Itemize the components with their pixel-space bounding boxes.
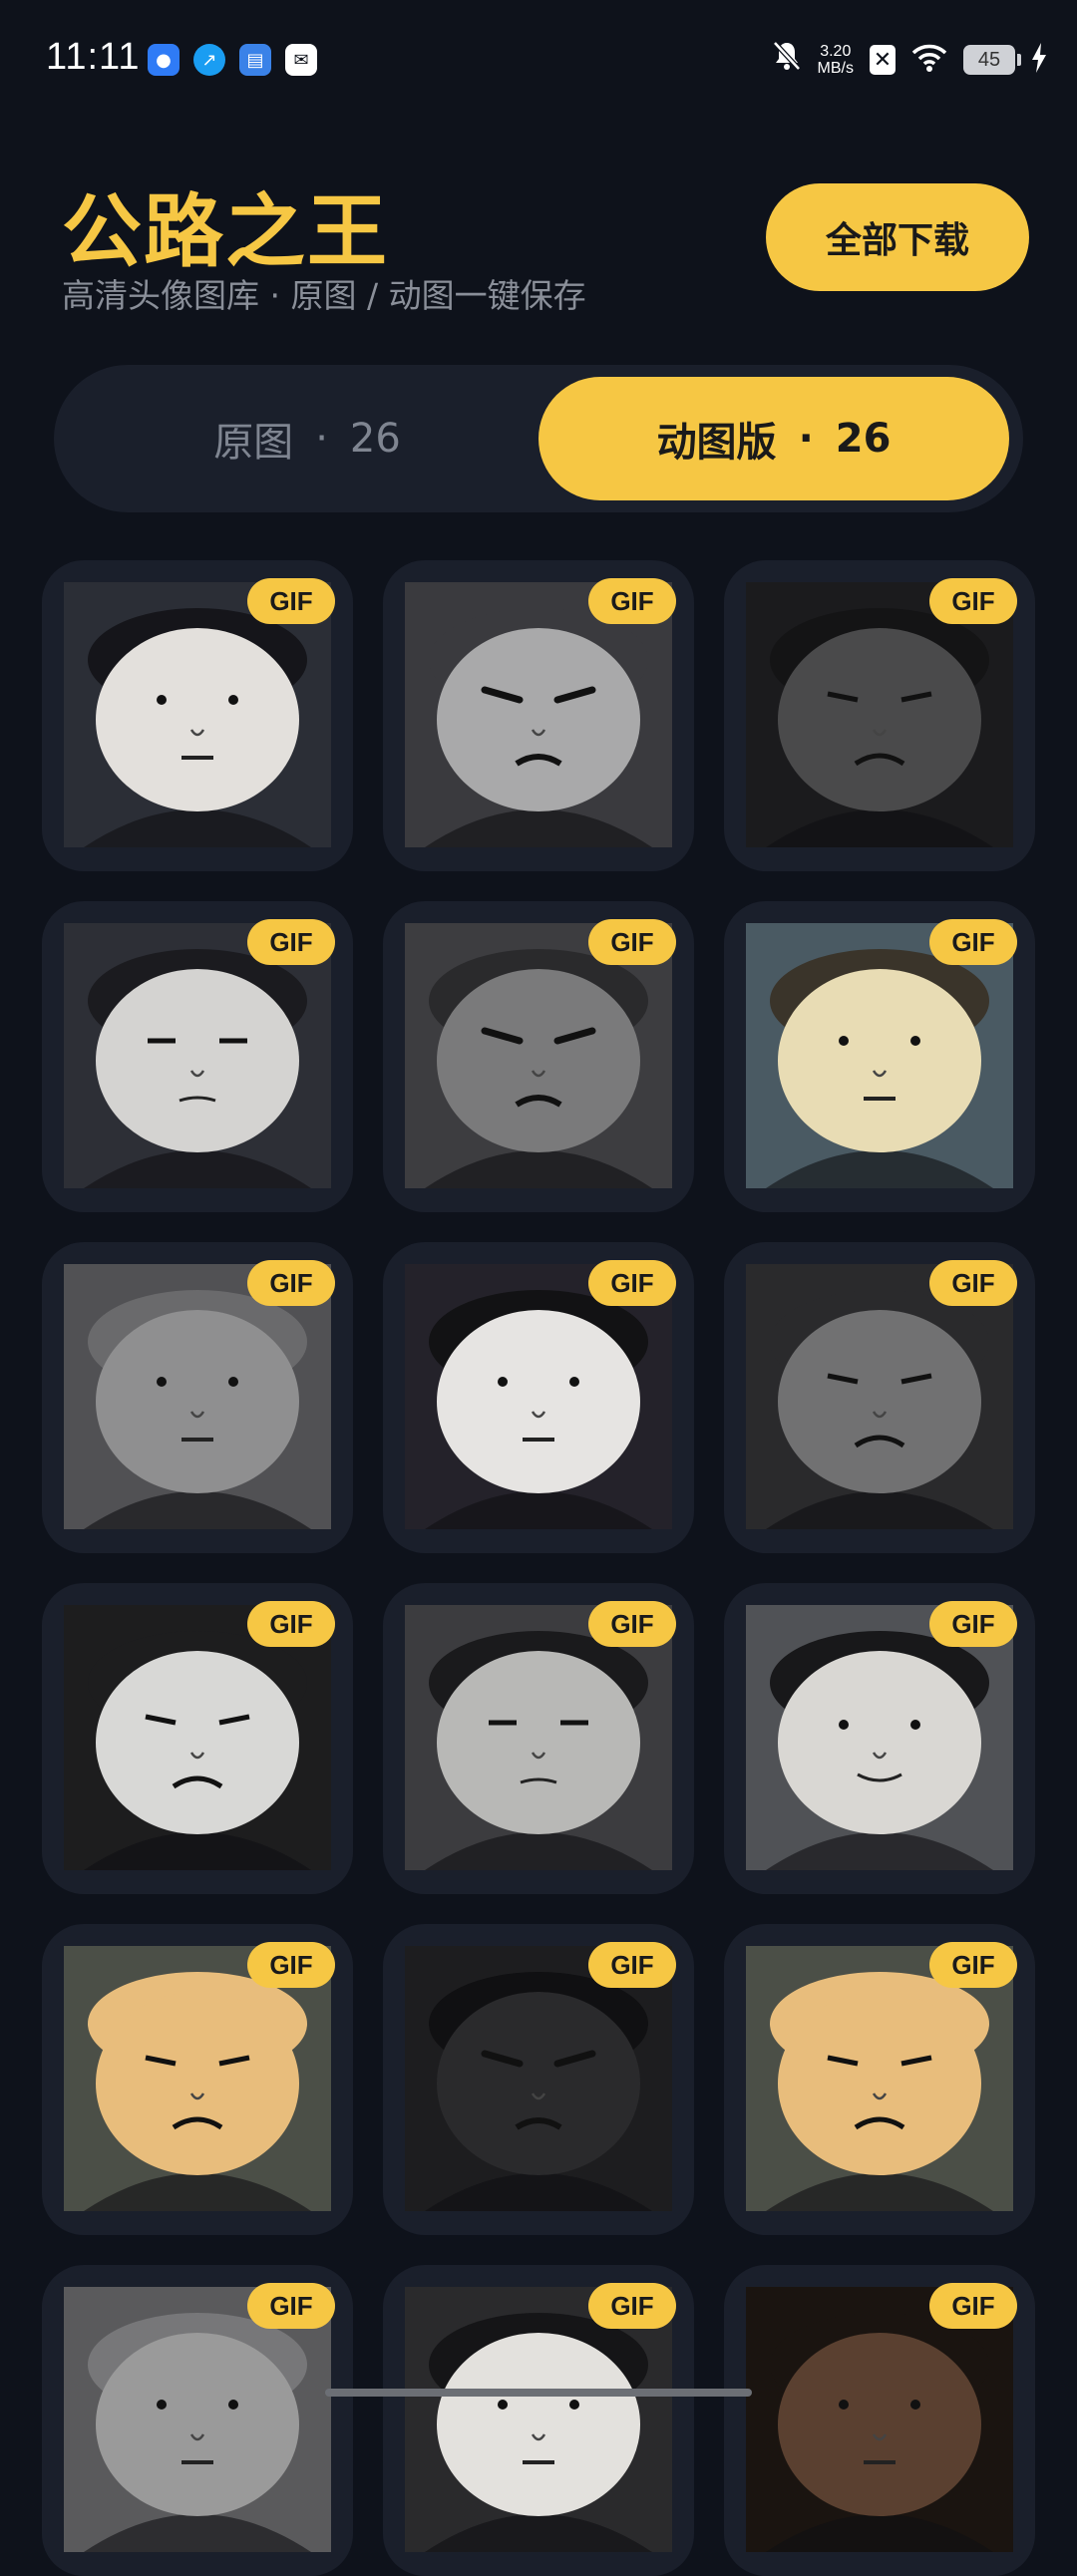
gif-badge: GIF	[929, 578, 1017, 624]
gif-badge: GIF	[588, 578, 676, 624]
tab-original-count: 26	[349, 416, 401, 462]
gif-badge: GIF	[247, 1601, 335, 1647]
app-ticket-icon: ▤	[239, 44, 271, 76]
status-right: 3.20 MB/s ✕ 45	[772, 40, 1047, 80]
close-box-icon: ✕	[870, 45, 896, 75]
avatar-card[interactable]: GIF	[383, 560, 694, 871]
page-subtitle: 高清头像图库 · 原图 / 动图一键保存	[62, 276, 586, 315]
avatar-card[interactable]: GIF	[724, 1242, 1035, 1553]
gif-badge: GIF	[247, 1942, 335, 1988]
gif-badge: GIF	[247, 578, 335, 624]
tab-bar: 原图 · 26 动图版 · 26	[54, 365, 1023, 512]
avatar-card[interactable]: GIF	[42, 1242, 353, 1553]
app-alipay-icon: ↗	[193, 44, 225, 76]
avatar-card[interactable]: GIF	[42, 901, 353, 1212]
network-speed-value: 3.20	[820, 43, 852, 60]
avatar-card[interactable]: GIF	[383, 1583, 694, 1894]
app-baidu-icon: ●	[148, 44, 180, 76]
avatar-card[interactable]: GIF	[42, 560, 353, 871]
avatar-card[interactable]: GIF	[724, 901, 1035, 1212]
gif-badge: GIF	[929, 1260, 1017, 1306]
network-speed: 3.20 MB/s	[818, 43, 854, 77]
gif-badge: GIF	[247, 919, 335, 965]
gif-badge: GIF	[929, 1601, 1017, 1647]
app-mail-icon: ✉	[285, 44, 317, 76]
mute-bell-icon	[772, 40, 802, 80]
gif-badge: GIF	[588, 1260, 676, 1306]
tab-original[interactable]: 原图 · 26	[72, 377, 542, 500]
network-speed-unit: MB/s	[817, 60, 854, 77]
home-indicator[interactable]	[325, 2389, 752, 2397]
tab-gif-count: 26	[835, 416, 892, 462]
avatar-card[interactable]: GIF	[42, 1583, 353, 1894]
avatar-card[interactable]: GIF	[383, 1242, 694, 1553]
battery-icon: 45	[963, 45, 1021, 75]
charging-icon	[1031, 43, 1047, 77]
tab-gif[interactable]: 动图版 · 26	[538, 377, 1009, 500]
tab-original-label: 原图	[213, 420, 294, 466]
avatar-card[interactable]: GIF	[42, 2265, 353, 2576]
gif-badge: GIF	[247, 2283, 335, 2329]
avatar-card[interactable]: GIF	[724, 560, 1035, 871]
gif-badge: GIF	[247, 1260, 335, 1306]
page-title: 公路之王	[62, 185, 389, 278]
status-app-icons: ● ↗ ▤ ✉	[148, 44, 317, 76]
avatar-card[interactable]: GIF	[724, 2265, 1035, 2576]
status-bar: 11:11 ● ↗ ▤ ✉ 3.20 MB/s ✕ 45	[0, 0, 1077, 120]
avatar-card[interactable]: GIF	[724, 1924, 1035, 2235]
gif-badge: GIF	[929, 919, 1017, 965]
tab-gif-label: 动图版	[656, 420, 777, 466]
gif-badge: GIF	[588, 1601, 676, 1647]
avatar-card[interactable]: GIF	[724, 1583, 1035, 1894]
gif-badge: GIF	[588, 1942, 676, 1988]
avatar-card[interactable]: GIF	[383, 901, 694, 1212]
gif-badge: GIF	[588, 919, 676, 965]
tab-separator: ·	[798, 416, 814, 462]
gif-badge: GIF	[588, 2283, 676, 2329]
avatar-card[interactable]: GIF	[383, 2265, 694, 2576]
avatar-card[interactable]: GIF	[383, 1924, 694, 2235]
gif-badge: GIF	[929, 2283, 1017, 2329]
avatar-grid: GIF GIF GIF GIF GIF GIF GIF GIF GIF GIF GIF GIF GIF G…	[42, 560, 1035, 2576]
wifi-icon	[911, 43, 947, 77]
status-time: 11:11	[46, 36, 141, 78]
download-all-button[interactable]: 全部下载	[766, 183, 1029, 291]
tab-separator: ·	[315, 416, 328, 462]
gif-badge: GIF	[929, 1942, 1017, 1988]
avatar-card[interactable]: GIF	[42, 1924, 353, 2235]
